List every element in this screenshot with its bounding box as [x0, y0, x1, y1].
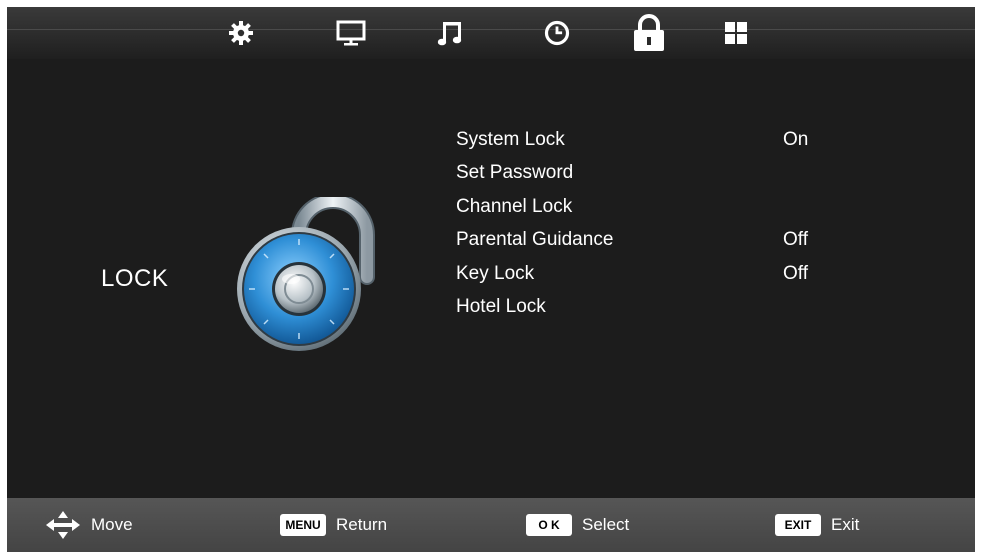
- menu-key-badge: MENU: [280, 514, 326, 536]
- hint-exit-label: Exit: [831, 515, 860, 534]
- menu-item-value: Off: [783, 262, 808, 284]
- tab-picture[interactable]: [329, 13, 373, 53]
- menu-item-label: Key Lock: [456, 262, 535, 284]
- tv-menu-screen: LOCK System Lock On Set Password Channel…: [7, 7, 975, 552]
- bottom-hint-bar: Move MENU Return O K Select EXIT Exit: [7, 498, 975, 552]
- menu-item-label: Set Password: [456, 162, 574, 184]
- top-tab-bar: [7, 7, 975, 59]
- music-note-icon: [437, 22, 462, 46]
- menu-item-label: Parental Guidance: [456, 229, 614, 251]
- hint-move-label: Move: [91, 515, 133, 534]
- menu-item-parental-guidance[interactable]: Parental Guidance Off: [456, 225, 856, 258]
- menu-item-value: On: [783, 129, 809, 150]
- padlock-icon: [634, 14, 664, 51]
- grid-icon: [725, 22, 747, 44]
- hint-exit: EXIT Exit: [775, 498, 859, 552]
- section-title: LOCK: [101, 265, 169, 292]
- menu-item-label: Channel Lock: [456, 195, 573, 217]
- hint-return-label: Return: [336, 515, 388, 534]
- hint-return: MENU Return: [280, 498, 387, 552]
- menu-item-label: Hotel Lock: [456, 295, 546, 317]
- menu-item-hotel-lock[interactable]: Hotel Lock: [456, 292, 856, 325]
- menu-item-system-lock[interactable]: System Lock On: [456, 125, 856, 158]
- clock-icon: [544, 20, 570, 46]
- hint-select: O K Select: [526, 498, 629, 552]
- tab-apps[interactable]: [714, 13, 758, 53]
- tab-bar-divider: [7, 29, 975, 30]
- tab-lock[interactable]: [627, 13, 671, 53]
- tab-sound[interactable]: [429, 13, 473, 53]
- lock-menu-list: System Lock On Set Password Channel Lock…: [456, 125, 856, 325]
- menu-item-channel-lock[interactable]: Channel Lock: [456, 192, 856, 225]
- tab-settings[interactable]: [219, 13, 263, 53]
- ok-key-badge: O K: [526, 514, 572, 536]
- tab-time[interactable]: [535, 13, 579, 53]
- gear-icon: [229, 21, 253, 45]
- menu-item-set-password[interactable]: Set Password: [456, 158, 856, 191]
- hint-select-label: Select: [582, 515, 630, 534]
- hint-move: Move: [45, 498, 133, 552]
- menu-item-label: System Lock: [456, 129, 565, 150]
- monitor-icon: [336, 20, 366, 46]
- menu-item-value: Off: [783, 229, 808, 251]
- menu-item-key-lock[interactable]: Key Lock Off: [456, 259, 856, 292]
- combination-lock-icon: [237, 197, 375, 351]
- exit-key-badge: EXIT: [775, 514, 821, 536]
- direction-arrows-icon: [46, 511, 80, 539]
